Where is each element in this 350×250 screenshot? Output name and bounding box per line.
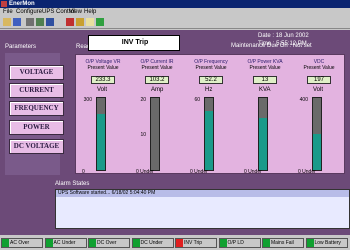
status-lamp-icon	[2, 239, 9, 247]
unit-label: KVA	[259, 87, 271, 93]
alarm-entry[interactable]: UPS Software started... 6/18/02 5:04:40 …	[56, 190, 349, 197]
date-label: Date : 18 Jun 2002	[258, 33, 309, 39]
current-button[interactable]: CURRENT	[9, 83, 64, 98]
scale-max: 20	[140, 97, 146, 103]
app-icon	[1, 1, 7, 7]
present-value: 52.2	[199, 76, 223, 84]
scale-min: 0 Under	[190, 169, 208, 175]
status-dc-over: DC Over	[88, 238, 130, 248]
popup-text: INV Trip	[121, 39, 149, 46]
scale-max: 60	[194, 97, 200, 103]
level-bar	[96, 97, 106, 171]
power-button[interactable]: POWER	[9, 120, 64, 135]
status-lamp-icon	[45, 239, 53, 247]
settings-icon[interactable]	[76, 18, 84, 26]
level-bar-fill	[259, 118, 267, 170]
status-dc-under: DC Under	[131, 238, 174, 248]
print-icon[interactable]	[26, 18, 34, 26]
toolbar	[0, 16, 350, 29]
unit-label: Volt	[313, 87, 324, 93]
status-lamp-icon	[132, 239, 140, 247]
status-lamp-icon	[219, 239, 227, 247]
unit-label: Volt	[97, 87, 108, 93]
scale-max: 400	[299, 97, 308, 103]
maintenance-label: Maintenance Due On : Not set	[231, 43, 312, 49]
scale-min: 0	[82, 169, 85, 175]
parameters-title: Parameters	[5, 44, 37, 50]
status-label: DC Over	[97, 240, 117, 246]
help-icon[interactable]	[46, 18, 54, 26]
menu-help[interactable]: Help	[84, 8, 96, 16]
scale-max: 300	[83, 97, 92, 103]
level-bar	[258, 97, 268, 171]
scale-min: 0 Under	[136, 169, 154, 175]
alarm-list[interactable]: UPS Software started... 6/18/02 5:04:40 …	[55, 189, 350, 229]
present-value: 197	[307, 76, 331, 84]
level-bar-fill	[313, 134, 321, 170]
scale-min: 0 Under	[298, 169, 316, 175]
status-inv-trip: INV Trip	[175, 238, 217, 248]
status-label: Mains Fail	[271, 240, 294, 246]
status-mains-fail: Mains Fail	[262, 238, 304, 248]
level-bar-fill	[97, 114, 105, 170]
inv-trip-popup[interactable]: INV Trip	[88, 35, 180, 51]
level-bar	[204, 97, 214, 171]
menu-bar: File Configure UPS Control View Help	[0, 8, 350, 16]
present-value-label: Present Value	[195, 65, 227, 71]
parameter-panel: VOLTAGE CURRENT FREQUENCY POWER DC VOLTA…	[5, 53, 64, 175]
status-label: Low Battery	[314, 240, 341, 246]
voltage-button[interactable]: VOLTAGE	[9, 65, 64, 80]
unit-label: Amp	[151, 87, 164, 93]
control-icon[interactable]	[66, 18, 74, 26]
notes-icon[interactable]	[86, 18, 94, 26]
status-label: INV Trip	[184, 240, 203, 246]
present-value-label: Present Value	[141, 65, 173, 71]
status-ac-under: AC Under	[44, 238, 87, 248]
status-label: AC Over	[10, 240, 30, 246]
check-icon[interactable]	[96, 18, 104, 26]
status-ac-over: AC Over	[1, 238, 43, 248]
present-value-label: Present Value	[249, 65, 281, 71]
title-bar: EnerMon	[0, 0, 350, 8]
save-icon[interactable]	[13, 18, 21, 26]
present-value: 233.3	[91, 76, 115, 84]
menu-view[interactable]: View	[69, 8, 82, 16]
meter-panel: O/P Voltage VR Present Value 233.3 Volt 300 0…	[75, 54, 345, 175]
dc-voltage-button[interactable]: DC VOLTAGE	[9, 139, 64, 154]
level-bar	[312, 97, 322, 171]
present-value-label: Present Value	[303, 65, 335, 71]
unit-label: Hz	[205, 87, 213, 93]
scale-mid: 10	[140, 132, 146, 138]
menu-configure[interactable]: Configure	[16, 8, 42, 16]
open-icon[interactable]	[3, 18, 11, 26]
alarm-title: Alarm States	[55, 181, 90, 187]
present-value: 103.2	[145, 76, 169, 84]
status-label: DC Under	[140, 240, 163, 246]
status-label: O/P LD	[227, 240, 244, 246]
status-lamp-icon	[306, 239, 314, 247]
present-value-label: Present Value	[87, 65, 119, 71]
status-low-battery: Low Battery	[305, 238, 348, 248]
menu-file[interactable]: File	[3, 8, 13, 16]
search-icon[interactable]	[36, 18, 44, 26]
level-bar	[150, 97, 160, 171]
present-value: 13	[253, 76, 277, 84]
window-title: EnerMon	[9, 1, 35, 7]
status-label: AC Under	[53, 240, 76, 246]
status-lamp-icon	[89, 239, 96, 247]
status-lamp-icon	[176, 239, 183, 247]
status-o-p-ld: O/P LD	[218, 238, 261, 248]
level-bar-fill	[205, 111, 213, 170]
status-bar: AC Over AC Under DC Over DC Under INV Trip O/…	[0, 236, 350, 250]
frequency-button[interactable]: FREQUENCY	[9, 101, 64, 116]
status-lamp-icon	[263, 239, 270, 247]
scale-min: 0 Under	[244, 169, 262, 175]
